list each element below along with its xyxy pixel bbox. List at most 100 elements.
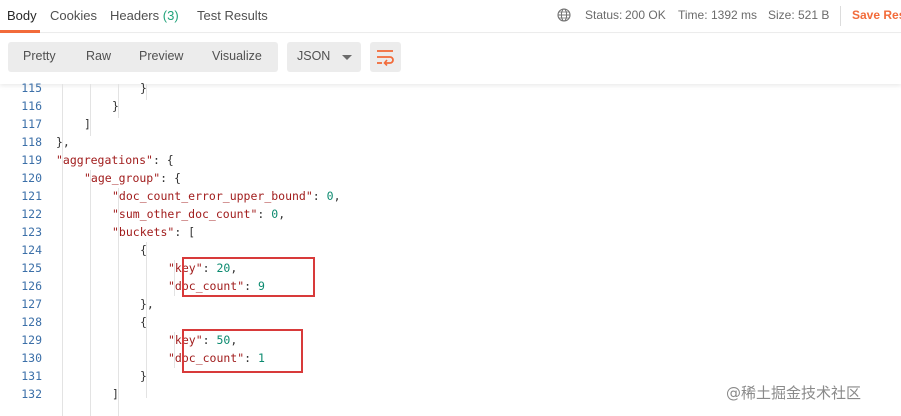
code-line: 128 { bbox=[0, 313, 901, 331]
code-line: 118}, bbox=[0, 133, 901, 151]
tab-headers-label: Headers bbox=[110, 8, 160, 23]
code-text: "buckets": [ bbox=[112, 223, 195, 241]
json-punctuation: , bbox=[278, 207, 286, 221]
time-value: 1392 ms bbox=[711, 8, 758, 22]
line-number: 119 bbox=[21, 153, 42, 167]
code-line: 122 "sum_other_doc_count": 0, bbox=[0, 205, 901, 223]
code-line: 125 "key": 20, bbox=[0, 259, 901, 277]
line-number: 116 bbox=[21, 99, 42, 113]
json-key: "age_group" bbox=[84, 171, 161, 185]
line-number: 127 bbox=[21, 297, 42, 311]
headers-count-badge: (3) bbox=[162, 8, 179, 23]
code-line: 130 "doc_count": 1 bbox=[0, 349, 901, 367]
view-mode-raw[interactable]: Raw bbox=[86, 49, 111, 63]
line-number: 132 bbox=[21, 387, 42, 401]
code-line: 116} bbox=[0, 97, 901, 115]
line-number: 121 bbox=[21, 189, 42, 203]
line-number: 129 bbox=[21, 333, 42, 347]
code-line: 124 { bbox=[0, 241, 901, 259]
tab-headers[interactable]: Headers (3) bbox=[110, 8, 179, 23]
code-line: 117] bbox=[0, 115, 901, 133]
json-key: "buckets" bbox=[112, 225, 175, 239]
size-value: 521 B bbox=[798, 8, 830, 22]
line-number: 124 bbox=[21, 243, 42, 257]
json-punctuation: { bbox=[140, 315, 147, 329]
line-number: 118 bbox=[21, 135, 42, 149]
view-mode-visualize[interactable]: Visualize bbox=[212, 49, 262, 63]
code-text: "doc_count_error_upper_bound": 0, bbox=[112, 187, 341, 205]
code-line: 119 "aggregations": { bbox=[0, 151, 901, 169]
code-text: } bbox=[112, 97, 119, 115]
response-tab-bar: Body Cookies Headers (3) Test Results St… bbox=[0, 0, 901, 33]
view-mode-preview[interactable]: Preview bbox=[139, 49, 183, 63]
line-number: 130 bbox=[21, 351, 42, 365]
json-punctuation: : bbox=[312, 189, 327, 203]
line-number: 131 bbox=[21, 369, 42, 383]
json-punctuation: } bbox=[112, 99, 119, 113]
json-key: "sum_other_doc_count" bbox=[112, 207, 258, 221]
json-key: "aggregations" bbox=[56, 153, 153, 167]
line-number: 122 bbox=[21, 207, 42, 221]
line-number: 128 bbox=[21, 315, 42, 329]
json-punctuation: : [ bbox=[174, 225, 196, 239]
json-punctuation: } bbox=[140, 369, 147, 383]
code-line: 127}, bbox=[0, 295, 901, 313]
line-number: 126 bbox=[21, 279, 42, 293]
format-select[interactable]: JSON bbox=[287, 42, 361, 72]
json-number: 0 bbox=[326, 189, 334, 203]
status-value: 200 OK bbox=[625, 8, 666, 22]
code-line: 129 "key": 50, bbox=[0, 331, 901, 349]
tab-cookies[interactable]: Cookies bbox=[50, 8, 97, 23]
json-key: "doc_count_error_upper_bound" bbox=[112, 189, 313, 203]
line-number: 120 bbox=[21, 171, 42, 185]
line-number: 115 bbox=[21, 81, 42, 95]
json-punctuation: : { bbox=[160, 171, 181, 185]
code-line: 120 "age_group": { bbox=[0, 169, 901, 187]
code-text: } bbox=[140, 367, 147, 385]
json-punctuation: { bbox=[140, 243, 147, 257]
active-tab-indicator bbox=[0, 30, 40, 33]
json-punctuation: : bbox=[257, 207, 272, 221]
view-mode-pretty[interactable]: Pretty bbox=[23, 49, 56, 63]
line-number: 125 bbox=[21, 261, 42, 275]
line-number: 123 bbox=[21, 225, 42, 239]
code-text: }, bbox=[140, 295, 154, 313]
toolbar-divider bbox=[840, 6, 841, 26]
highlight-box-bucket-2 bbox=[182, 329, 303, 373]
code-text: { bbox=[140, 241, 147, 259]
json-punctuation: }, bbox=[56, 135, 70, 149]
json-punctuation: ] bbox=[112, 387, 119, 401]
format-select-value: JSON bbox=[297, 49, 331, 63]
response-body-viewer[interactable]: 115} 116} 117] 118}, 119 "aggregations": {120… bbox=[0, 81, 901, 416]
code-text: "aggregations": { bbox=[56, 151, 174, 169]
json-punctuation: : { bbox=[152, 153, 174, 167]
status-label: Status: bbox=[585, 8, 623, 22]
code-text: } bbox=[140, 79, 147, 97]
code-text: ] bbox=[112, 385, 119, 403]
save-response-button[interactable]: Save Res bbox=[852, 8, 901, 22]
watermark-text: @稀土掘金技术社区 bbox=[726, 384, 862, 402]
json-punctuation: , bbox=[333, 189, 341, 203]
code-text: "sum_other_doc_count": 0, bbox=[112, 205, 285, 223]
code-line: 123 "buckets": [ bbox=[0, 223, 901, 241]
json-punctuation: ] bbox=[84, 117, 91, 131]
chevron-down-icon bbox=[342, 55, 352, 60]
code-text: "age_group": { bbox=[84, 169, 181, 187]
tab-body[interactable]: Body bbox=[7, 8, 37, 23]
json-punctuation: } bbox=[140, 81, 147, 95]
time-label: Time: bbox=[678, 8, 708, 22]
code-line: 126 "doc_count": 9 bbox=[0, 277, 901, 295]
line-number: 117 bbox=[21, 117, 42, 131]
response-view-toolbar: Pretty Raw Preview Visualize JSON bbox=[0, 34, 901, 84]
wrap-lines-button[interactable] bbox=[370, 42, 401, 72]
size-label: Size: bbox=[768, 8, 795, 22]
code-line: 115} bbox=[0, 79, 901, 97]
tab-test-results[interactable]: Test Results bbox=[197, 8, 268, 23]
json-punctuation: }, bbox=[140, 297, 154, 311]
code-text: }, bbox=[56, 133, 70, 151]
code-text: { bbox=[140, 313, 147, 331]
code-text: ] bbox=[84, 115, 91, 133]
code-line: 121 "doc_count_error_upper_bound": 0, bbox=[0, 187, 901, 205]
globe-icon[interactable] bbox=[557, 8, 571, 22]
highlight-box-bucket-1 bbox=[182, 257, 315, 297]
